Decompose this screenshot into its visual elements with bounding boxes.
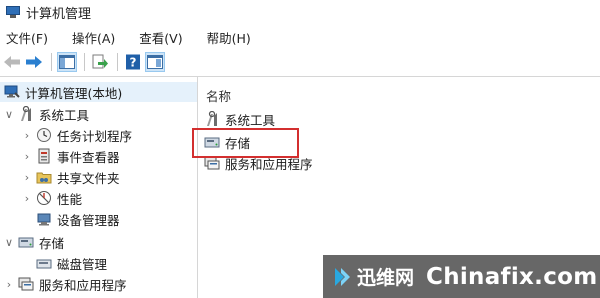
tree-item-system-tools[interactable]: ∨ 系统工具 <box>4 104 89 124</box>
services-applications-icon <box>18 276 34 292</box>
watermark: 迅维网 Chinafix.com <box>323 255 600 298</box>
chinafix-logo-icon <box>333 266 351 288</box>
toolbar-separator <box>51 53 52 71</box>
tree-item-event-viewer[interactable]: › 事件查看器 <box>22 146 120 166</box>
tree-item-device-manager[interactable]: 设备管理器 <box>36 209 120 229</box>
system-tools-icon <box>18 105 34 122</box>
chevron-right-icon[interactable]: › <box>22 150 32 163</box>
toolbar-divider <box>0 76 600 77</box>
menu-action[interactable]: 操作(A) <box>72 28 115 47</box>
tree-item-label: 设备管理器 <box>57 212 120 228</box>
window-title: 计算机管理 <box>26 6 92 22</box>
chevron-right-icon[interactable]: › <box>22 192 32 205</box>
watermark-cn-text: 迅维网 <box>357 267 415 289</box>
show-hide-tree-icon[interactable] <box>57 52 77 72</box>
shared-folder-icon <box>36 169 52 185</box>
tree-item-label: 任务计划程序 <box>57 128 133 144</box>
event-viewer-icon <box>36 148 52 164</box>
chevron-down-icon[interactable]: ∨ <box>4 108 14 121</box>
computer-management-icon <box>4 84 20 100</box>
help-icon[interactable]: ? <box>123 52 143 72</box>
disk-management-icon <box>36 255 52 271</box>
tree-item-label: 服务和应用程序 <box>39 277 127 293</box>
storage-icon <box>18 234 34 250</box>
chevron-right-icon[interactable]: › <box>22 129 32 142</box>
tree-root[interactable]: 计算机管理(本地) <box>0 82 197 102</box>
forward-icon[interactable] <box>24 52 44 72</box>
tree-item-label: 存储 <box>39 235 65 251</box>
tree-item-label: 共享文件夹 <box>57 170 120 186</box>
device-manager-icon <box>36 211 52 227</box>
tree-root-label: 计算机管理(本地) <box>25 85 123 101</box>
annotation-highlight-box <box>192 128 299 158</box>
tree-item-label: 事件查看器 <box>57 149 120 165</box>
clock-icon <box>36 127 52 143</box>
list-item-system-tools[interactable]: 系统工具 <box>204 110 275 128</box>
navigation-tree: 计算机管理(本地) ∨ 系统工具 › 任务计划程序 › 事件查看器 › 共享文件… <box>0 82 197 298</box>
chevron-right-icon[interactable]: › <box>22 171 32 184</box>
menu-view[interactable]: 查看(V) <box>139 28 182 47</box>
toolbar: ? <box>0 49 600 75</box>
performance-icon <box>36 190 52 206</box>
properties-icon[interactable] <box>145 52 165 72</box>
tree-item-label: 系统工具 <box>39 107 90 123</box>
toolbar-separator <box>84 53 85 71</box>
list-item-label: 系统工具 <box>225 112 276 128</box>
tree-item-services-applications[interactable]: › 服务和应用程序 <box>4 274 127 294</box>
tree-item-label: 性能 <box>57 191 83 207</box>
watermark-en-text: Chinafix.com <box>426 263 598 290</box>
chevron-down-icon[interactable]: ∨ <box>4 236 14 249</box>
system-tools-icon <box>204 110 220 127</box>
tree-item-task-scheduler[interactable]: › 任务计划程序 <box>22 125 132 145</box>
tree-item-disk-management[interactable]: 磁盘管理 <box>36 253 107 273</box>
back-icon[interactable] <box>2 52 22 72</box>
tree-item-storage[interactable]: ∨ 存储 <box>4 232 64 252</box>
menu-file[interactable]: 文件(F) <box>6 28 48 47</box>
svg-text:?: ? <box>130 56 137 70</box>
title-bar: 计算机管理 <box>0 0 600 24</box>
menu-help[interactable]: 帮助(H) <box>207 28 251 47</box>
tree-item-label: 磁盘管理 <box>57 256 108 272</box>
toolbar-separator <box>117 53 118 71</box>
computer-management-icon <box>6 5 20 19</box>
tree-item-shared-folders[interactable]: › 共享文件夹 <box>22 167 120 187</box>
export-list-icon[interactable] <box>90 52 110 72</box>
tree-item-performance[interactable]: › 性能 <box>22 188 82 208</box>
column-header-name[interactable]: 名称 <box>206 86 231 105</box>
chevron-right-icon[interactable]: › <box>4 278 14 291</box>
menu-bar: 文件(F) 操作(A) 查看(V) 帮助(H) <box>0 26 600 48</box>
